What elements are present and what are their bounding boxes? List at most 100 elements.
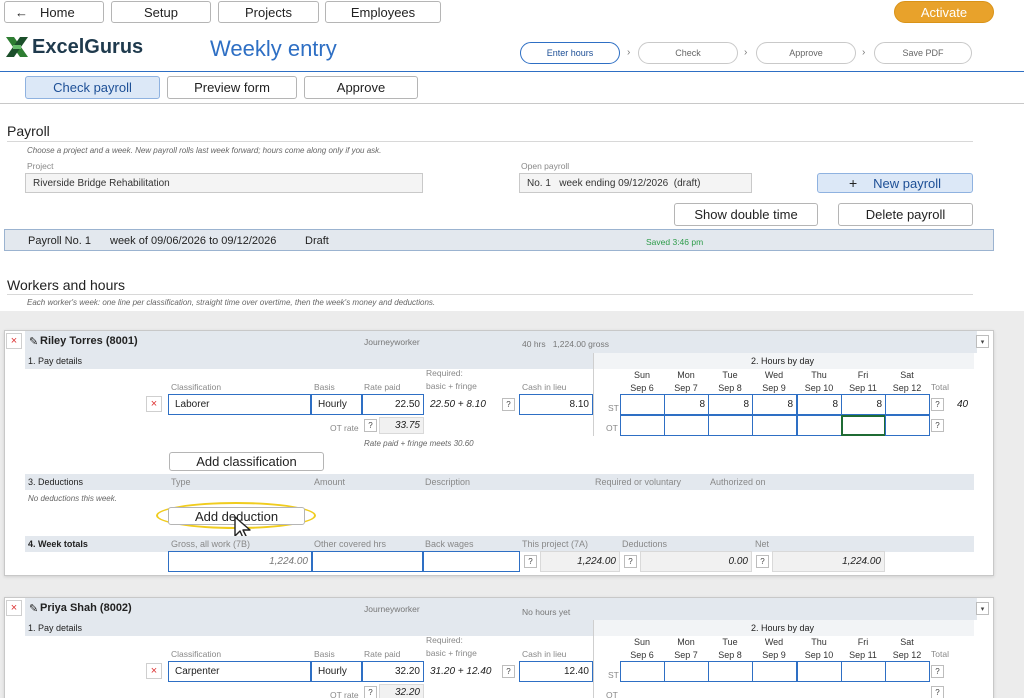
ot-hours-sun[interactable] — [620, 415, 665, 436]
pay-details-bar: 1. Pay details — [25, 353, 593, 369]
remove-worker-icon[interactable]: × — [6, 333, 22, 349]
this-project-help-icon[interactable]: ? — [524, 555, 537, 568]
rate-paid-input[interactable]: 22.50 — [362, 394, 424, 415]
setup-button[interactable]: Setup — [111, 1, 211, 23]
worker-level: Journeyworker — [364, 604, 420, 614]
add-classification-button[interactable]: Add classification — [169, 452, 324, 471]
worker-name[interactable]: Priya Shah (8002) — [40, 602, 132, 614]
cash-in-lieu-header: Cash in lieu — [522, 382, 567, 392]
ot-rate-help-icon[interactable]: ? — [364, 419, 377, 432]
logo: ExcelGurus — [4, 34, 143, 60]
hours-grid-bg — [593, 369, 594, 436]
total-header: Total — [931, 649, 949, 659]
home-button[interactable]: ← Home — [4, 1, 104, 23]
rate-paid-input[interactable]: 32.20 — [362, 661, 424, 682]
req-voluntary-header: Required or voluntary — [595, 477, 682, 487]
basis-input[interactable]: Hourly — [311, 661, 362, 682]
ot-hours-fri[interactable] — [841, 415, 886, 436]
project-select[interactable]: Riverside Bridge Rehabilitation — [25, 173, 423, 193]
classification-input[interactable]: Laborer — [168, 394, 311, 415]
gross-all-input[interactable]: 1,224.00 — [168, 551, 312, 572]
week-totals-bar: 4. Week totals Gross, all work (7B) Othe… — [25, 536, 974, 552]
st-hours-sat[interactable] — [885, 394, 930, 415]
tab-approve[interactable]: Approve — [304, 76, 418, 99]
st-total-help-icon[interactable]: ? — [931, 398, 944, 411]
tab-preview-form[interactable]: Preview form — [167, 76, 297, 99]
remove-classification-icon[interactable]: × — [146, 663, 162, 679]
st-hours-fri[interactable]: 8 — [841, 394, 886, 415]
st-hours-sun[interactable] — [620, 394, 665, 415]
st-total-help-icon[interactable]: ? — [931, 665, 944, 678]
ot-total-help-icon[interactable]: ? — [931, 419, 944, 432]
new-payroll-label: New payroll — [873, 175, 942, 191]
st-hours-sat[interactable] — [885, 661, 930, 682]
collapse-toggle-icon[interactable]: ▾ — [976, 335, 989, 348]
st-hours-tue[interactable]: 8 — [708, 394, 753, 415]
cash-in-lieu-input[interactable]: 8.10 — [519, 394, 593, 415]
st-hours-wed[interactable] — [752, 661, 797, 682]
st-hours-mon[interactable] — [664, 661, 709, 682]
st-hours-mon[interactable]: 8 — [664, 394, 709, 415]
excelgurus-logo-icon — [6, 37, 28, 57]
type-header: Type — [171, 477, 191, 487]
activate-button[interactable]: Activate — [894, 1, 994, 23]
ot-rate-value: 32.20 — [379, 684, 424, 698]
ot-rate-help-icon[interactable]: ? — [364, 686, 377, 698]
collapse-toggle-icon[interactable]: ▾ — [976, 602, 989, 615]
st-hours-sun[interactable] — [620, 661, 665, 682]
remove-classification-icon[interactable]: × — [146, 396, 162, 412]
ot-hours-sat[interactable] — [885, 415, 930, 436]
open-payroll-select[interactable]: No. 1 week ending 09/12/2026 (draft) — [519, 173, 752, 193]
st-hours-thu[interactable]: 8 — [797, 394, 842, 415]
st-hours-wed[interactable]: 8 — [752, 394, 797, 415]
day-header-wed: Wed Sep 9 — [762, 370, 786, 393]
cash-in-lieu-input[interactable]: 12.40 — [519, 661, 593, 682]
ot-rate-label: OT rate — [330, 423, 359, 433]
step-enter-hours[interactable]: Enter hours — [520, 42, 620, 64]
net-help-icon[interactable]: ? — [756, 555, 769, 568]
home-label: Home — [40, 4, 75, 20]
step-save-pdf[interactable]: Save PDF — [874, 42, 972, 64]
step-check[interactable]: Check — [638, 42, 738, 64]
back-wages-input[interactable] — [423, 551, 520, 572]
show-double-time-button[interactable]: Show double time — [674, 203, 818, 226]
deductions-help-icon[interactable]: ? — [624, 555, 637, 568]
this-project-header: This project (7A) — [522, 539, 589, 549]
brand-name: ExcelGurus — [32, 35, 144, 58]
remove-worker-icon[interactable]: × — [6, 600, 22, 616]
deductions-label: 3. Deductions — [28, 477, 84, 487]
classification-input[interactable]: Carpenter — [168, 661, 311, 682]
day-header-thu: Thu Sep 10 — [804, 370, 834, 393]
worker-card: × ✎ Riley Torres (8001) Journeyworker 40… — [4, 330, 994, 576]
ot-hours-thu[interactable] — [797, 415, 842, 436]
rate-paid-header: Rate paid — [364, 649, 401, 659]
other-hrs-input[interactable] — [312, 551, 423, 572]
st-hours-thu[interactable] — [797, 661, 842, 682]
tab-check-payroll[interactable]: Check payroll — [25, 76, 160, 99]
required-help-icon[interactable]: ? — [502, 665, 515, 678]
worker-name[interactable]: Riley Torres (8001) — [40, 335, 138, 347]
cash-in-lieu-header: Cash in lieu — [522, 649, 567, 659]
projects-button[interactable]: Projects — [218, 1, 319, 23]
other-hrs-header: Other covered hrs — [314, 539, 387, 549]
employees-button[interactable]: Employees — [325, 1, 441, 23]
ot-hours-mon[interactable] — [664, 415, 709, 436]
pencil-icon[interactable]: ✎ — [29, 602, 38, 615]
ot-total-help-icon[interactable]: ? — [931, 686, 944, 698]
worker-card: × ✎ Priya Shah (8002) Journeyworker No h… — [4, 597, 994, 698]
new-payroll-button[interactable]: + New payroll — [817, 173, 973, 193]
step-approve[interactable]: Approve — [756, 42, 856, 64]
basis-input[interactable]: Hourly — [311, 394, 362, 415]
plus-icon: + — [848, 175, 858, 191]
required-help-icon[interactable]: ? — [502, 398, 515, 411]
required-header: Required: — [426, 368, 463, 378]
ot-hours-tue[interactable] — [708, 415, 753, 436]
delete-payroll-button[interactable]: Delete payroll — [838, 203, 973, 226]
st-hours-tue[interactable] — [708, 661, 753, 682]
pencil-icon[interactable]: ✎ — [29, 335, 38, 348]
ot-hours-wed[interactable] — [752, 415, 797, 436]
hours-by-day-label: 2. Hours by day — [751, 356, 815, 366]
deductions-total-header: Deductions — [622, 539, 668, 549]
payroll-hint: Choose a project and a week. New payroll… — [27, 146, 382, 155]
st-hours-fri[interactable] — [841, 661, 886, 682]
